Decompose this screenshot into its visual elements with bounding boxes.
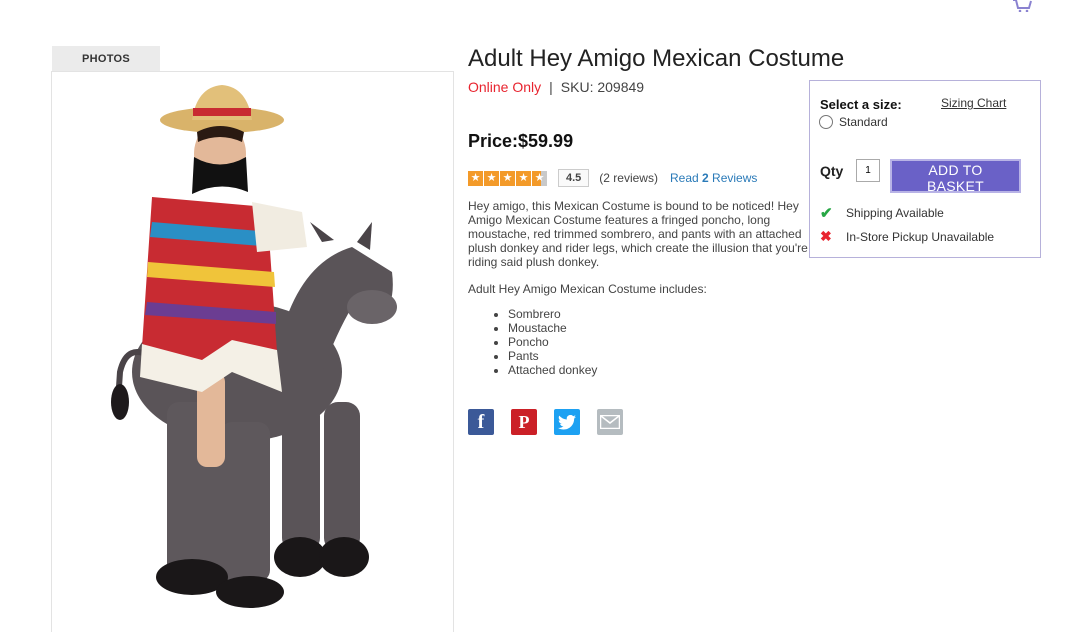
checkmark-icon: ✔ xyxy=(820,205,833,222)
social-share-bar: f P xyxy=(468,409,623,435)
list-item: Poncho xyxy=(508,335,597,349)
list-item: Pants xyxy=(508,349,597,363)
list-item: Sombrero xyxy=(508,307,597,321)
sku-label: SKU: 209849 xyxy=(560,79,645,95)
product-meta: Online Only | SKU: 209849 xyxy=(468,79,644,95)
shipping-label: Shipping Available xyxy=(846,206,944,220)
meta-separator: | xyxy=(549,79,553,95)
includes-heading: Adult Hey Amigo Mexican Costume includes… xyxy=(468,282,707,296)
qty-label: Qty xyxy=(820,163,844,179)
star-icon: ★ xyxy=(516,170,531,186)
read-reviews-prefix: Read xyxy=(669,171,699,185)
availability-label: Online Only xyxy=(468,79,542,95)
quantity-input[interactable] xyxy=(856,159,880,182)
product-price: Price:$59.99 xyxy=(468,131,574,151)
star-icon: ★ xyxy=(468,170,483,186)
product-image[interactable] xyxy=(51,71,454,632)
facebook-icon[interactable]: f xyxy=(468,409,494,435)
product-description: Hey amigo, this Mexican Costume is bound… xyxy=(468,199,808,269)
rating-value: 4.5 xyxy=(558,169,590,187)
includes-list: Sombrero Moustache Poncho Pants Attached… xyxy=(468,307,597,377)
size-option-standard[interactable]: Standard xyxy=(819,115,888,129)
twitter-icon[interactable] xyxy=(554,409,580,435)
list-item: Attached donkey xyxy=(508,363,597,377)
sizing-chart-link[interactable]: Sizing Chart xyxy=(941,96,1006,110)
read-reviews-number: 2 xyxy=(702,171,709,185)
email-icon[interactable] xyxy=(597,409,623,435)
twitter-bird-icon xyxy=(558,414,576,430)
reviews-count: (2 reviews) xyxy=(599,171,658,185)
star-icon: ★ xyxy=(500,170,515,186)
purchase-panel: Select a size: Sizing Chart Standard Qty… xyxy=(809,80,1041,258)
pinterest-icon[interactable]: P xyxy=(511,409,537,435)
shopping-cart-icon[interactable] xyxy=(1012,0,1034,12)
x-mark-icon: ✖ xyxy=(820,228,832,244)
read-reviews-link[interactable]: Read 2 Reviews xyxy=(670,171,757,185)
envelope-icon xyxy=(600,415,620,429)
radio-button[interactable] xyxy=(819,115,833,129)
rating-row: ★ ★ ★ ★ ★ 4.5 (2 reviews) Read 2 Reviews xyxy=(468,167,757,189)
size-label: Select a size: xyxy=(820,97,902,112)
read-reviews-suffix: Reviews xyxy=(712,171,758,185)
size-option-label: Standard xyxy=(839,115,888,129)
photos-tab[interactable]: PHOTOS xyxy=(52,46,160,71)
shipping-status: ✔ Shipping Available xyxy=(820,204,944,222)
pickup-label: In-Store Pickup Unavailable xyxy=(846,229,995,244)
pickup-status: ✖ In-Store Pickup Unavailable xyxy=(820,228,994,245)
add-to-basket-button[interactable]: ADD TO BASKET xyxy=(890,159,1021,194)
star-rating-icon: ★ ★ ★ ★ ★ xyxy=(468,170,547,186)
star-icon: ★ xyxy=(484,170,499,186)
product-title: Adult Hey Amigo Mexican Costume xyxy=(468,45,845,72)
list-item: Moustache xyxy=(508,321,597,335)
half-star-icon: ★ xyxy=(532,170,547,186)
